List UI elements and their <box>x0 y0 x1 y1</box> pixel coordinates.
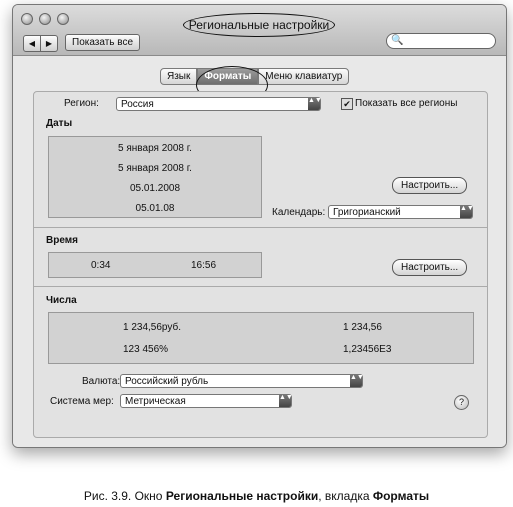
show-all-regions-label: Показать все регионы <box>355 98 458 109</box>
close-window-button[interactable] <box>21 13 33 25</box>
measure-value: Метрическая <box>125 396 186 407</box>
window-title: Региональные настройки <box>183 13 335 37</box>
measure-label: Система мер: <box>50 396 114 407</box>
region-value: Россия <box>121 99 154 110</box>
time-heading: Время <box>46 235 78 246</box>
tab-bar: Язык Форматы Меню клавиатур <box>160 68 350 85</box>
numbers-heading: Числа <box>46 295 77 306</box>
date-long: 5 января 2008 г. <box>118 163 192 174</box>
calendar-value: Григорианский <box>333 207 401 218</box>
search-icon: 🔍 <box>391 35 404 46</box>
numbers-preview: 1 234,56руб. 1 234,56 123 456% 1,23456E3 <box>48 312 474 364</box>
currency-popup[interactable]: Российский рубль ▲▼ <box>120 374 364 388</box>
measure-popup[interactable]: Метрическая ▲▼ <box>120 394 293 408</box>
caption-tab-name: Форматы <box>372 489 430 503</box>
calendar-label: Календарь: <box>272 207 326 218</box>
help-icon[interactable]: ? <box>454 395 469 410</box>
figure-caption: Рис. 3.9. Окно Региональные настройки, в… <box>0 489 513 503</box>
show-all-regions-checkbox[interactable]: ✔ <box>341 98 353 110</box>
time-long: 16:56 <box>191 260 217 271</box>
content-area: Язык Форматы Меню клавиатур Регион: Росс… <box>13 56 506 447</box>
popup-arrows-icon: ▲▼ <box>279 394 293 407</box>
currency-label: Валюта: <box>82 376 121 387</box>
caption-window-name: Региональные настройки <box>165 489 319 503</box>
dates-preview: 5 января 2008 г. 5 января 2008 г. 05.01.… <box>48 136 262 218</box>
caption-text-2: , вкладка <box>318 489 373 503</box>
time-preview: 0:34 16:56 <box>48 252 262 278</box>
caption-text-1: Окно <box>131 489 166 503</box>
region-label: Регион: <box>64 98 99 109</box>
calendar-popup[interactable]: Григорианский ▲▼ <box>328 205 474 219</box>
window-controls <box>21 13 69 25</box>
date-medium: 05.01.2008 <box>129 183 181 194</box>
show-all-button[interactable]: Показать все <box>65 34 141 51</box>
popup-arrows-icon: ▲▼ <box>350 374 364 387</box>
forward-button[interactable]: ▶ <box>41 35 58 52</box>
currency-value: Российский рубль <box>125 376 209 387</box>
dates-customize-button[interactable]: Настроить... <box>392 177 468 194</box>
tab-keyboard-menu[interactable]: Меню клавиатур <box>258 68 350 85</box>
dates-heading: Даты <box>46 118 73 129</box>
back-button[interactable]: ◀ <box>23 35 41 52</box>
number-percent: 123 456% <box>123 344 169 355</box>
date-short: 05.01.08 <box>135 203 175 214</box>
tab-formats[interactable]: Форматы <box>197 68 259 85</box>
formats-panel: Регион: Россия ▲▼ ✔ Показать все регионы… <box>33 91 488 438</box>
tab-language[interactable]: Язык <box>160 68 198 85</box>
number-currency: 1 234,56руб. <box>123 322 181 333</box>
number-scientific: 1,23456E3 <box>343 344 392 355</box>
search-input[interactable]: 🔍 <box>386 33 496 49</box>
zoom-window-button[interactable] <box>57 13 69 25</box>
divider <box>34 227 487 228</box>
preferences-window: Региональные настройки ◀ ▶ Показать все … <box>12 4 507 448</box>
number-decimal: 1 234,56 <box>343 322 382 333</box>
title-bar: Региональные настройки ◀ ▶ Показать все … <box>13 5 506 56</box>
popup-arrows-icon: ▲▼ <box>460 205 474 218</box>
region-popup[interactable]: Россия ▲▼ <box>116 97 322 111</box>
navigation-buttons: ◀ ▶ <box>23 35 58 52</box>
caption-prefix: Рис. 3.9. <box>83 489 132 503</box>
minimize-window-button[interactable] <box>39 13 51 25</box>
date-full: 5 января 2008 г. <box>118 143 192 154</box>
divider <box>34 286 487 287</box>
time-short: 0:34 <box>91 260 111 271</box>
popup-arrows-icon: ▲▼ <box>308 97 322 110</box>
time-customize-button[interactable]: Настроить... <box>392 259 468 276</box>
